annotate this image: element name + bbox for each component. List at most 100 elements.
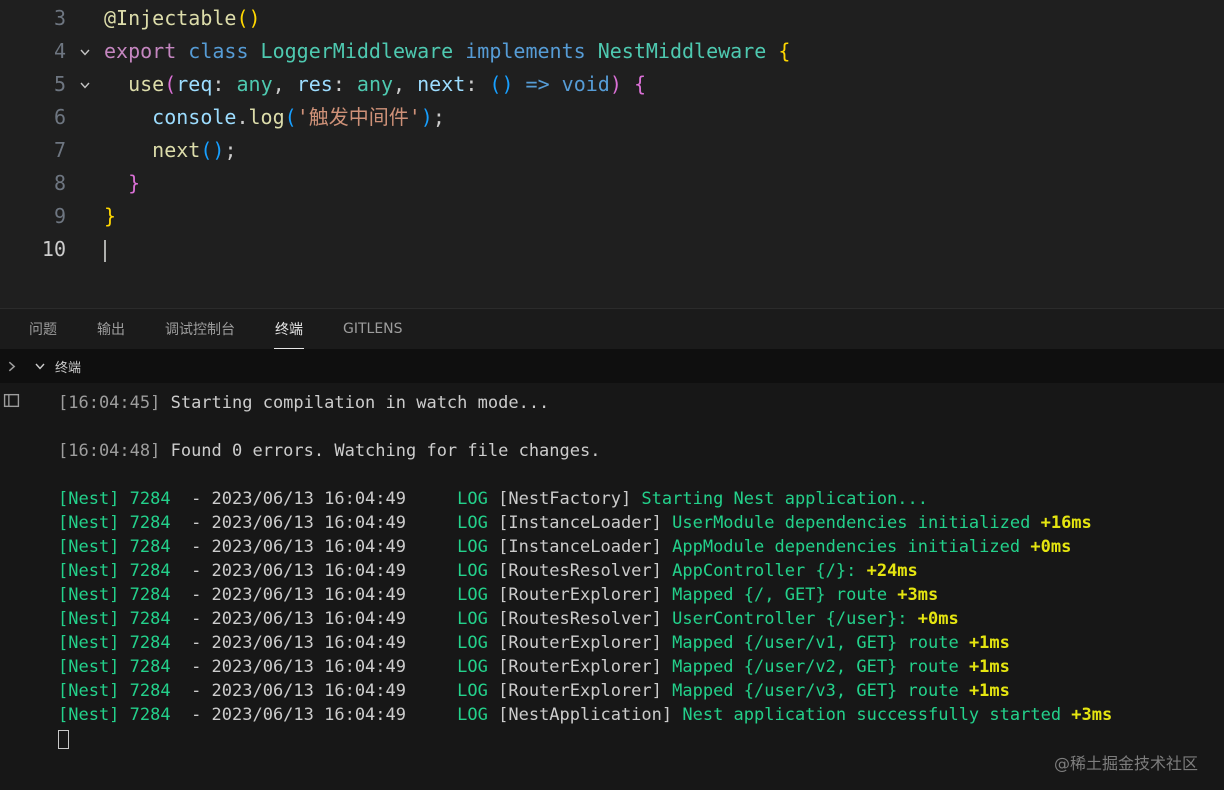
tab-debug-console[interactable]: 调试控制台 — [164, 309, 236, 349]
text-segment: [RoutesResolver] — [487, 609, 673, 629]
text-segment: +1ms — [958, 681, 1010, 701]
gutter-spacer — [66, 2, 104, 35]
text-segment: ) — [420, 105, 433, 129]
terminal-section-label: 终端 — [55, 360, 82, 376]
text-segment: - 2023/06/13 16:04:49 — [170, 537, 458, 557]
text-segment: Mapped {/, GET} route — [672, 585, 888, 605]
text-segment: UserModule dependencies initialized — [672, 513, 1031, 533]
text-segment: [Nest] 7284 — [58, 705, 171, 725]
code-text: @Injectable() — [104, 2, 261, 35]
code-lines: 3 @Injectable() 4 export class LoggerMiddle… — [0, 2, 1224, 266]
text-segment: [Nest] 7284 — [58, 609, 171, 629]
text-segment: [NestFactory] — [487, 489, 642, 509]
text-segment: Starting compilation in watch mode... — [160, 393, 550, 413]
line-number: 5 — [53, 72, 66, 96]
text-segment: AppModule dependencies initialized — [672, 537, 1021, 557]
terminal-section-header[interactable]: 终端 — [0, 349, 1224, 383]
text-segment: LOG — [457, 609, 488, 629]
text-segment: - 2023/06/13 16:04:49 — [170, 633, 458, 653]
code-editor[interactable]: 3 @Injectable() 4 export class LoggerMiddle… — [0, 0, 1224, 308]
fold-chevron-icon[interactable] — [66, 68, 104, 101]
text-segment: [Nest] 7284 — [58, 561, 171, 581]
code-line: 9} — [0, 200, 1224, 233]
terminal-cursor — [58, 729, 69, 749]
text-segment: ( — [164, 72, 177, 96]
text-segment: : — [465, 72, 490, 96]
text-segment: LOG — [457, 681, 488, 701]
text-segment: +1ms — [958, 657, 1010, 677]
text-segment: LOG — [457, 537, 488, 557]
text-segment: - 2023/06/13 16:04:49 — [170, 681, 458, 701]
line-number: 7 — [53, 138, 66, 162]
code-line: 6 console.log('触发中间件'); — [0, 101, 1224, 134]
bottom-panel: 问题 输出 调试控制台 终端 GITLENS 终端 [16:04:45] Startin… — [0, 308, 1224, 790]
terminal-line: [Nest] 7284 - 2023/06/13 16:04:49 LOG [R… — [58, 655, 1224, 679]
line-number: 3 — [53, 6, 66, 30]
code-text — [104, 233, 106, 266]
text-segment: - 2023/06/13 16:04:49 — [170, 513, 458, 533]
code-text: next(); — [104, 134, 236, 167]
chevron-right-icon[interactable] — [5, 360, 18, 373]
terminal-output[interactable]: [16:04:45] Starting compilation in watch… — [0, 383, 1224, 790]
text-segment: class — [188, 39, 261, 63]
text-segment: Mapped {/user/v2, GET} route — [672, 657, 959, 677]
text-segment: [RouterExplorer] — [487, 633, 673, 653]
text-segment: } — [128, 171, 141, 195]
code-text: export class LoggerMiddleware implements… — [104, 35, 790, 68]
text-segment: use — [128, 72, 165, 96]
chevron-down-icon[interactable] — [34, 360, 46, 372]
text-segment: ) — [609, 72, 622, 96]
panel-layout-icon[interactable] — [3, 392, 20, 409]
text-segment: - 2023/06/13 16:04:49 — [170, 585, 458, 605]
text-segment: LOG — [457, 561, 488, 581]
code-line: 5 use(req: any, res: any, next: () => vo… — [0, 68, 1224, 101]
text-segment — [104, 105, 152, 129]
text-segment: Found 0 errors. Watching for file change… — [160, 441, 601, 461]
text-segment: +0ms — [907, 609, 959, 629]
text-segment: +3ms — [1061, 705, 1113, 725]
line-number: 8 — [53, 171, 66, 195]
terminal-line: [Nest] 7284 - 2023/06/13 16:04:49 LOG [I… — [58, 535, 1224, 559]
tab-output[interactable]: 输出 — [96, 309, 126, 349]
terminal-line: [16:04:45] Starting compilation in watch… — [58, 391, 1224, 415]
text-segment: - 2023/06/13 16:04:49 — [170, 561, 458, 581]
text-segment: LoggerMiddleware — [260, 39, 466, 63]
text-segment: [Nest] 7284 — [58, 537, 171, 557]
text-segment: - 2023/06/13 16:04:49 — [170, 489, 458, 509]
text-segment: => — [525, 72, 562, 96]
code-text: console.log('触发中间件'); — [104, 101, 445, 134]
text-segment: Starting Nest application... — [641, 489, 928, 509]
text-segment: LOG — [457, 633, 488, 653]
gutter-spacer — [66, 200, 104, 233]
code-text: use(req: any, res: any, next: () => void… — [104, 68, 646, 101]
line-number: 6 — [53, 105, 66, 129]
fold-chevron-icon[interactable] — [66, 35, 104, 68]
code-text: } — [104, 167, 140, 200]
text-segment: ; — [224, 138, 237, 162]
terminal-line: [Nest] 7284 - 2023/06/13 16:04:49 LOG [N… — [58, 487, 1224, 511]
text-segment: [Nest] 7284 — [58, 681, 171, 701]
tab-problems[interactable]: 问题 — [28, 309, 58, 349]
text-segment: , — [393, 72, 418, 96]
text-segment: LOG — [457, 513, 488, 533]
text-segment: [16:04:45] — [58, 393, 161, 413]
text-segment: implements — [465, 39, 598, 63]
tab-terminal[interactable]: 终端 — [274, 309, 304, 349]
tab-gitlens[interactable]: GITLENS — [342, 309, 404, 349]
code-line: 10 — [0, 233, 1224, 266]
text-segment: LOG — [457, 489, 488, 509]
text-segment: [InstanceLoader] — [487, 537, 673, 557]
text-segment: [Nest] 7284 — [58, 513, 171, 533]
text-segment: [InstanceLoader] — [487, 513, 673, 533]
terminal-prompt-line[interactable] — [58, 727, 1224, 751]
line-number: 9 — [53, 204, 66, 228]
text-segment: any — [356, 72, 394, 96]
text-segment: LOG — [457, 705, 488, 725]
text-segment: [Nest] 7284 — [58, 489, 171, 509]
text-segment: - 2023/06/13 16:04:49 — [170, 609, 458, 629]
text-segment: () — [200, 138, 225, 162]
terminal-line: [Nest] 7284 - 2023/06/13 16:04:49 LOG [R… — [58, 631, 1224, 655]
text-segment: [16:04:48] — [58, 441, 161, 461]
